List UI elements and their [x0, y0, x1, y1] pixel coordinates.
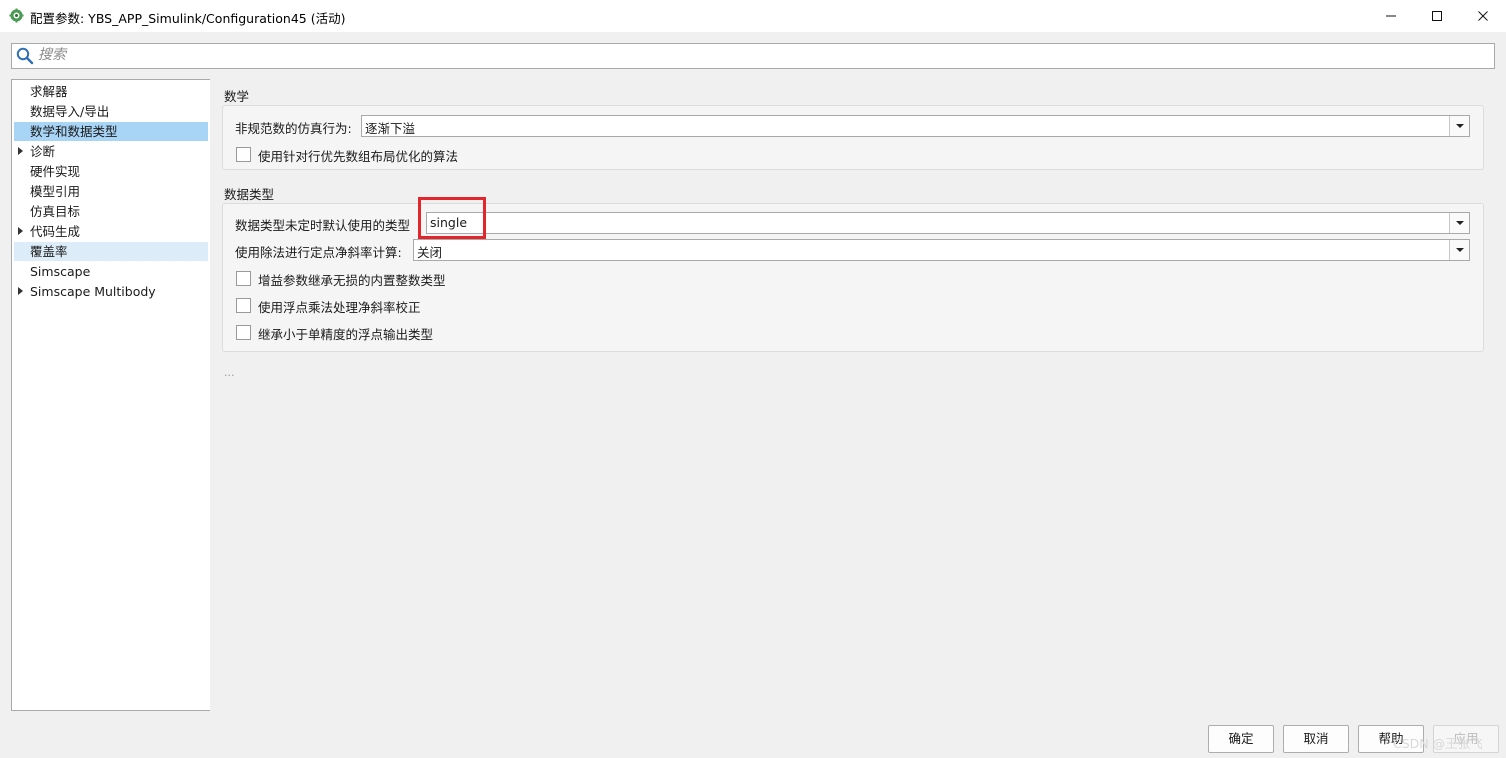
tree-item-coverage[interactable]: 覆盖率: [14, 242, 208, 261]
tree-item-label: 仿真目标: [30, 204, 81, 219]
dropdown-arrow-button[interactable]: [1449, 213, 1469, 233]
tree-item-label: 数据导入/导出: [30, 104, 110, 119]
tree-item-simscape[interactable]: Simscape: [14, 262, 208, 281]
tree-item-label: 数学和数据类型: [30, 124, 118, 139]
float-multiply-checkbox-row[interactable]: 使用浮点乘法处理净斜率校正: [236, 298, 836, 315]
inherit-float-checkbox-row[interactable]: 继承小于单精度的浮点输出类型: [236, 325, 836, 342]
tree-item-diagnostics[interactable]: 诊断: [14, 142, 208, 161]
gain-param-checkbox[interactable]: [236, 271, 251, 286]
tree-item-simulation-target[interactable]: 仿真目标: [14, 202, 208, 221]
row-major-checkbox-row[interactable]: 使用针对行优先数组布局优化的算法: [236, 147, 836, 164]
matlab-app-icon: [9, 8, 24, 23]
tree-item-math-and-data-types[interactable]: 数学和数据类型: [14, 122, 208, 141]
default-type-dropdown[interactable]: single: [426, 212, 1470, 234]
tree-item-solver[interactable]: 求解器: [14, 82, 208, 101]
denormal-behavior-value: 逐渐下溢: [365, 121, 416, 136]
row-major-checkbox[interactable]: [236, 147, 251, 162]
cancel-button[interactable]: 取消: [1283, 725, 1349, 753]
tree-item-label: 硬件实现: [30, 164, 81, 179]
watermark-text: CSDN @王张飞: [1393, 736, 1483, 751]
datatypes-section-title: 数据类型: [224, 187, 275, 202]
expand-arrow-icon[interactable]: [18, 287, 23, 295]
close-icon: [1478, 11, 1488, 21]
row-major-checkbox-label: 使用针对行优先数组布局优化的算法: [258, 149, 459, 164]
search-box[interactable]: [11, 43, 1495, 69]
tree-item-label: 覆盖率: [30, 244, 68, 259]
tree-item-label: 代码生成: [30, 224, 81, 239]
denormal-behavior-label: 非规范数的仿真行为:: [235, 121, 352, 136]
dropdown-arrow-button[interactable]: [1449, 240, 1469, 260]
tree-item-hardware-implementation[interactable]: 硬件实现: [14, 162, 208, 181]
tree-item-label: 求解器: [30, 84, 68, 99]
expand-arrow-icon[interactable]: [18, 227, 23, 235]
math-group: 非规范数的仿真行为: 逐渐下溢 使用针对行优先数组布局优化的算法: [222, 105, 1484, 170]
ok-button[interactable]: 确定: [1208, 725, 1274, 753]
expand-arrow-icon[interactable]: [18, 147, 23, 155]
tree-item-label: 模型引用: [30, 184, 81, 199]
default-type-label: 数据类型未定时默认使用的类型: [235, 218, 411, 233]
inherit-float-checkbox[interactable]: [236, 325, 251, 340]
tree-item-label: 诊断: [30, 144, 56, 159]
close-button[interactable]: [1460, 0, 1506, 32]
title-bar: 配置参数: YBS_APP_Simulink/Configuration45 (…: [0, 0, 1506, 32]
chevron-down-icon: [1456, 248, 1464, 252]
float-multiply-checkbox[interactable]: [236, 298, 251, 313]
chevron-down-icon: [1456, 124, 1464, 128]
chevron-down-icon: [1456, 221, 1464, 225]
tree-item-model-referencing[interactable]: 模型引用: [14, 182, 208, 201]
highlight-annotation-box: [418, 197, 486, 239]
gain-param-checkbox-row[interactable]: 增益参数继承无损的内置整数类型: [236, 271, 836, 288]
window-title: 配置参数: YBS_APP_Simulink/Configuration45 (…: [30, 11, 346, 26]
settings-panel: 数学 非规范数的仿真行为: 逐渐下溢 使用针对行优先数组布局优化的算法 数据类型…: [210, 79, 1496, 718]
denormal-behavior-dropdown[interactable]: 逐渐下溢: [361, 115, 1470, 137]
maximize-icon: [1432, 11, 1442, 21]
tree-item-simscape-multibody[interactable]: Simscape Multibody: [14, 282, 208, 301]
minimize-button[interactable]: [1368, 0, 1414, 32]
category-tree: 求解器 数据导入/导出 数学和数据类型 诊断 硬件实现 模型引用 仿真目标 代码…: [11, 79, 211, 711]
search-input[interactable]: [38, 45, 1478, 65]
division-slope-dropdown[interactable]: 关闭: [413, 239, 1470, 261]
dropdown-arrow-button[interactable]: [1449, 116, 1469, 136]
division-slope-label: 使用除法进行定点净斜率计算:: [235, 245, 402, 260]
inherit-float-checkbox-label: 继承小于单精度的浮点输出类型: [258, 327, 434, 342]
more-indicator: ...: [224, 366, 235, 379]
search-icon: [16, 47, 34, 65]
tree-item-code-generation[interactable]: 代码生成: [14, 222, 208, 241]
math-section-title: 数学: [224, 89, 250, 104]
gain-param-checkbox-label: 增益参数继承无损的内置整数类型: [258, 273, 446, 288]
minimize-icon: [1386, 15, 1396, 17]
tree-item-label: Simscape: [30, 264, 91, 279]
maximize-button[interactable]: [1414, 0, 1460, 32]
float-multiply-checkbox-label: 使用浮点乘法处理净斜率校正: [258, 300, 421, 315]
division-slope-value: 关闭: [417, 245, 443, 260]
datatypes-group: 数据类型未定时默认使用的类型 single 使用除法进行定点净斜率计算: 关闭 …: [222, 203, 1484, 352]
tree-item-data-import-export[interactable]: 数据导入/导出: [14, 102, 208, 121]
tree-item-label: Simscape Multibody: [30, 284, 156, 299]
